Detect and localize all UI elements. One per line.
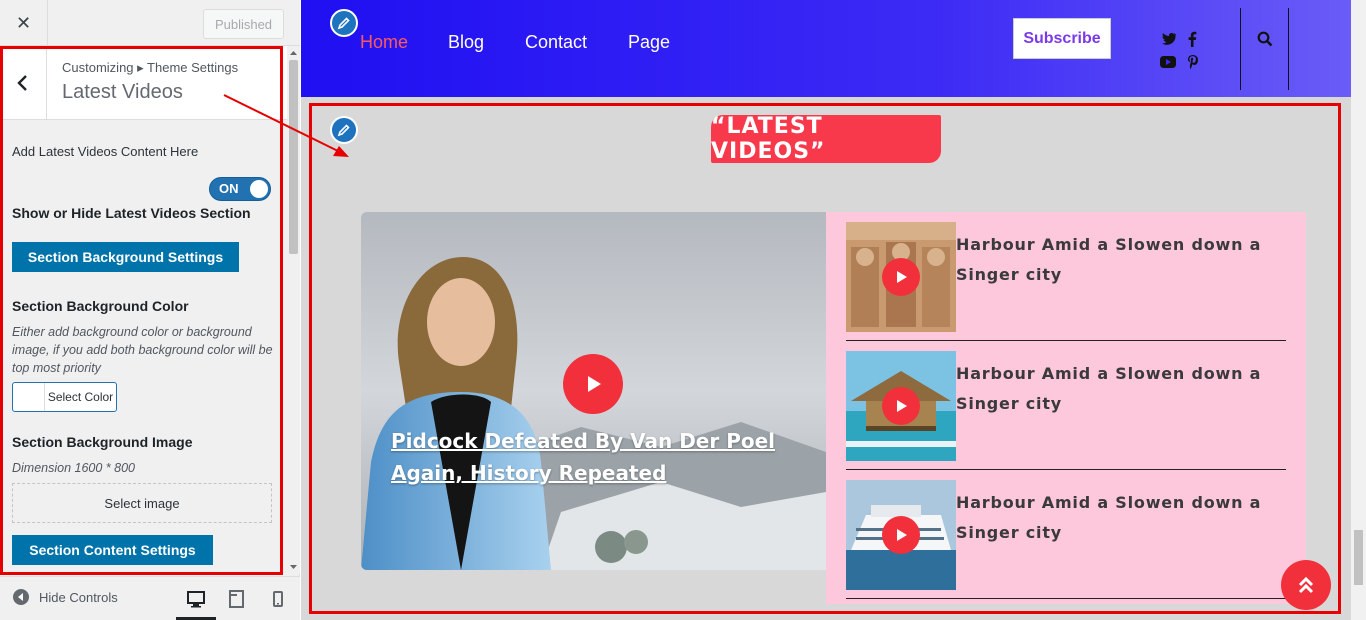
mobile-icon[interactable] bbox=[271, 589, 285, 609]
bg-color-label: Section Background Color bbox=[12, 298, 189, 314]
close-customizer-button[interactable]: ✕ bbox=[0, 0, 48, 46]
collapse-arrow-icon bbox=[13, 589, 29, 605]
video-thumbnail[interactable] bbox=[846, 351, 956, 461]
back-button[interactable] bbox=[0, 46, 47, 120]
video-title[interactable]: Harbour Amid a Slowen down a Singer city bbox=[956, 359, 1276, 419]
edit-shortcut-latest-videos[interactable] bbox=[330, 116, 358, 144]
twitter-icon[interactable] bbox=[1161, 32, 1177, 46]
published-button[interactable]: Published bbox=[203, 9, 284, 39]
play-icon bbox=[897, 529, 907, 541]
pencil-icon bbox=[337, 17, 350, 30]
toggle-label: ON bbox=[219, 181, 239, 196]
scroll-to-top-button[interactable] bbox=[1281, 560, 1331, 610]
toggle-knob bbox=[250, 180, 268, 198]
preview-scroll-thumb[interactable] bbox=[1354, 530, 1363, 585]
video-title[interactable]: Harbour Amid a Slowen down a Singer city bbox=[956, 230, 1276, 290]
section-title: Latest Videos bbox=[62, 81, 183, 103]
scroll-up-arrow-icon bbox=[290, 51, 297, 55]
video-play-button[interactable] bbox=[882, 516, 920, 554]
dimension-text: Dimension 1600 * 800 bbox=[12, 461, 135, 475]
close-icon: ✕ bbox=[15, 12, 32, 34]
bg-image-label: Section Background Image bbox=[12, 434, 193, 450]
video-list-item[interactable]: Harbour Amid a Slowen down a Singer city bbox=[846, 470, 1286, 599]
select-image-button[interactable]: Select image bbox=[12, 483, 272, 523]
facebook-icon[interactable] bbox=[1187, 31, 1197, 47]
double-chevron-up-icon bbox=[1298, 576, 1314, 594]
nav-blog[interactable]: Blog bbox=[448, 32, 484, 53]
header-divider-right bbox=[1288, 8, 1289, 90]
select-color-button[interactable]: Select Color bbox=[12, 382, 117, 412]
bg-color-description: Either add background color or backgroun… bbox=[12, 325, 273, 375]
featured-video-title[interactable]: Pidcock Defeated By Van Der Poel Again, … bbox=[391, 425, 811, 489]
video-play-button[interactable] bbox=[882, 258, 920, 296]
video-thumbnail[interactable] bbox=[846, 480, 956, 590]
youtube-icon[interactable] bbox=[1159, 55, 1177, 69]
header-divider-left bbox=[1240, 8, 1241, 90]
section-background-settings-button[interactable]: Section Background Settings bbox=[12, 242, 239, 272]
section-header: Customizing ▸ Theme Settings Latest Vide… bbox=[0, 46, 287, 120]
subscribe-button[interactable]: Subscribe bbox=[1013, 18, 1111, 59]
scroll-down-arrow-icon bbox=[290, 565, 297, 569]
nav-home[interactable]: Home bbox=[360, 32, 408, 53]
video-list-item[interactable]: Harbour Amid a Slowen down a Singer city bbox=[846, 212, 1286, 341]
site-preview: Home Blog Contact Page Subscribe “LATEST… bbox=[301, 0, 1366, 620]
edit-shortcut-header[interactable] bbox=[330, 9, 358, 37]
play-icon bbox=[897, 271, 907, 283]
panel-scrollbar[interactable] bbox=[287, 46, 300, 574]
site-header: Home Blog Contact Page Subscribe bbox=[301, 0, 1351, 97]
video-title[interactable]: Harbour Amid a Slowen down a Singer city bbox=[956, 488, 1276, 548]
featured-play-button[interactable] bbox=[563, 354, 623, 414]
customizer-section-content: Customizing ▸ Theme Settings Latest Vide… bbox=[0, 46, 287, 574]
add-content-label: Add Latest Videos Content Here bbox=[12, 144, 199, 159]
preview-scrollbar[interactable] bbox=[1351, 0, 1366, 620]
show-section-toggle[interactable]: ON bbox=[209, 177, 271, 201]
color-swatch bbox=[13, 383, 45, 411]
play-icon bbox=[588, 376, 601, 392]
play-icon bbox=[897, 400, 907, 412]
video-list: Harbour Amid a Slowen down a Singer city… bbox=[826, 212, 1306, 604]
video-list-item[interactable]: Harbour Amid a Slowen down a Singer city bbox=[846, 341, 1286, 470]
desktop-icon[interactable] bbox=[186, 589, 206, 609]
featured-video[interactable]: Pidcock Defeated By Van Der Poel Again, … bbox=[361, 212, 826, 570]
chevron-left-icon bbox=[17, 75, 27, 91]
pencil-icon bbox=[337, 124, 350, 137]
tablet-icon[interactable] bbox=[228, 589, 246, 609]
nav-page[interactable]: Page bbox=[628, 32, 670, 53]
pinterest-icon[interactable] bbox=[1187, 54, 1199, 70]
customizer-footer: Hide Controls bbox=[0, 576, 300, 620]
video-play-button[interactable] bbox=[882, 387, 920, 425]
customizer-top-bar: ✕ Published bbox=[0, 0, 300, 46]
customizer-panel: ✕ Published Customizing ▸ Theme Settings… bbox=[0, 0, 300, 620]
section-content-settings-button[interactable]: Section Content Settings bbox=[12, 535, 213, 565]
select-color-label: Select Color bbox=[47, 390, 114, 404]
hide-controls-button[interactable]: Hide Controls bbox=[13, 589, 118, 605]
video-thumbnail[interactable] bbox=[846, 222, 956, 332]
latest-videos-heading: “LATEST VIDEOS” bbox=[711, 114, 941, 164]
panel-scroll-thumb[interactable] bbox=[289, 60, 298, 254]
search-icon[interactable] bbox=[1257, 31, 1273, 47]
show-hide-label: Show or Hide Latest Videos Section bbox=[12, 205, 251, 221]
nav-contact[interactable]: Contact bbox=[525, 32, 587, 53]
breadcrumb: Customizing ▸ Theme Settings bbox=[62, 60, 239, 75]
hide-controls-label: Hide Controls bbox=[39, 589, 118, 605]
